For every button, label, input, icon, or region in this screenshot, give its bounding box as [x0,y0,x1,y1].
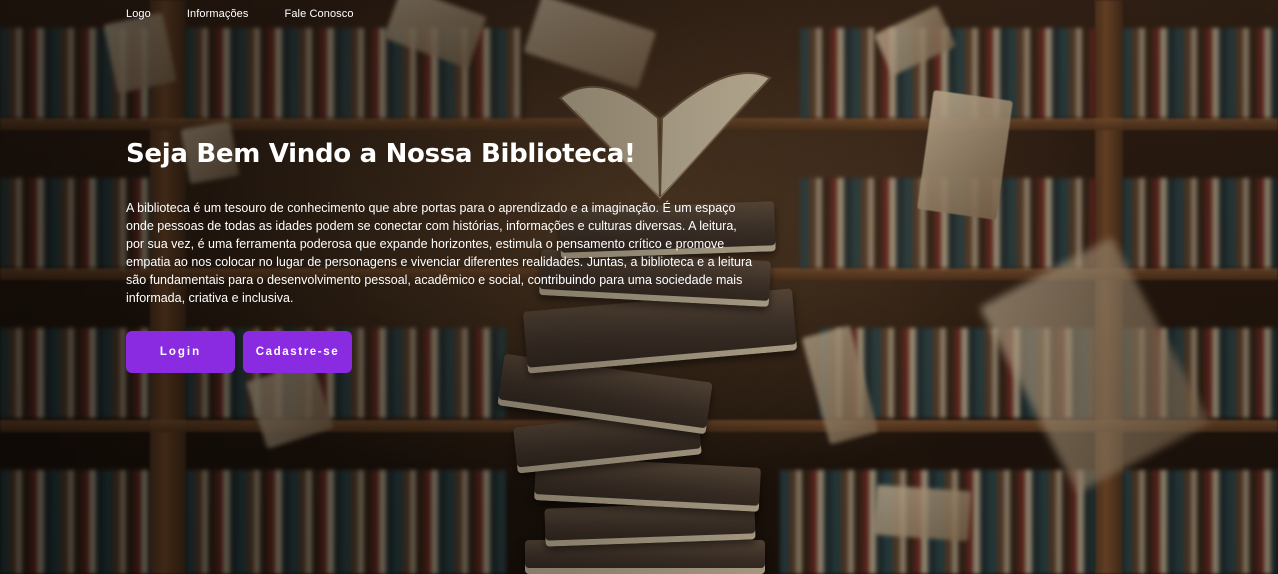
top-navigation: Logo Informações Fale Conosco [126,8,354,20]
hero-title: Seja Bem Vindo a Nossa Biblioteca! [126,139,636,169]
nav-link-logo[interactable]: Logo [126,8,151,20]
signup-button[interactable]: Cadastre-se [243,331,352,373]
hero-description: A biblioteca é um tesouro de conheciment… [126,201,753,305]
nav-link-fale-conosco[interactable]: Fale Conosco [285,8,354,20]
login-button[interactable]: Login [126,331,235,373]
hero-section: Seja Bem Vindo a Nossa Biblioteca! A bib… [126,136,766,373]
nav-link-informacoes[interactable]: Informações [187,8,249,20]
hero-button-group: Login Cadastre-se [126,331,766,373]
